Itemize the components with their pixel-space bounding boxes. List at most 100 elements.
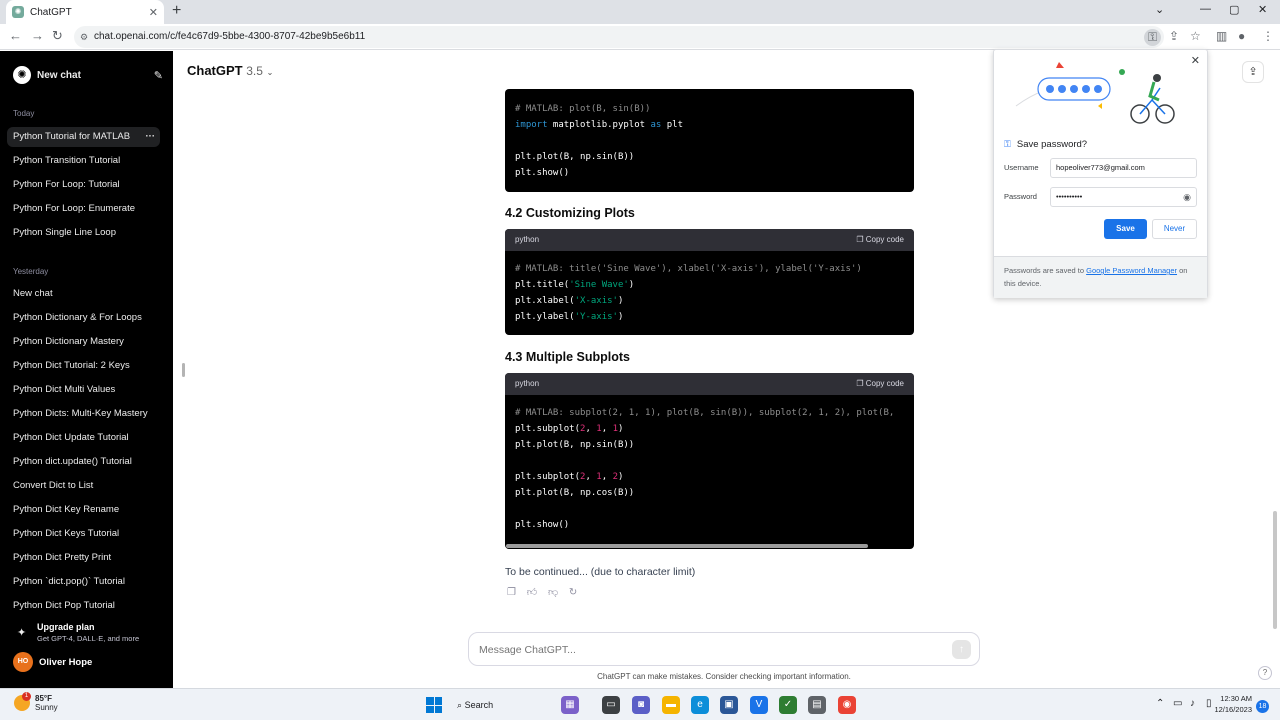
sidebar-chat-item[interactable]: Python Dict Update Tutorial [7, 428, 160, 448]
tab-close-icon[interactable]: ✕ [149, 6, 158, 19]
sidebar-chat-item[interactable]: Python Dict Pop Tutorial [7, 596, 160, 616]
compose-icon[interactable]: ✎ [154, 69, 163, 82]
window-close-icon[interactable]: ✕ [1258, 3, 1267, 16]
new-chat-label: New chat [37, 69, 81, 81]
sidebar-chat-item[interactable]: Python Dict Key Rename [7, 500, 160, 520]
browser-tab[interactable]: ✺ ChatGPT ✕ [6, 0, 164, 24]
response-text: To be continued... (due to character lim… [505, 566, 696, 578]
reload-icon[interactable]: ↻ [52, 28, 63, 44]
send-button[interactable]: ↑ [952, 640, 971, 659]
copy-code-button[interactable]: ❐ Copy code [856, 229, 904, 251]
spreadsheet-app-icon[interactable]: ✓ [779, 696, 797, 714]
store-app-icon[interactable]: ▣ [720, 696, 738, 714]
thumbs-up-icon[interactable]: 👍︎ [527, 587, 537, 598]
minimize-icon[interactable]: — [1200, 3, 1211, 15]
vpn-app-icon[interactable]: V [750, 696, 768, 714]
upgrade-plan-button[interactable]: ✦ Upgrade plan Get GPT-4, DALL·E, and mo… [13, 622, 163, 646]
section-label-today: Today [13, 109, 35, 118]
photos-app-icon[interactable]: ▤ [808, 696, 826, 714]
volume-icon[interactable]: ♪ [1190, 698, 1195, 709]
file-explorer-icon[interactable]: ▬ [662, 696, 680, 714]
password-key-icon[interactable]: ⚿ [1144, 29, 1162, 46]
new-chat-button[interactable]: ✺ New chat ✎ [13, 65, 163, 85]
sidebar-chat-item[interactable]: Python Dict Pretty Print [7, 548, 160, 568]
save-password-button[interactable]: Save [1104, 219, 1147, 239]
widgets-app-icon[interactable]: ▦ [561, 696, 579, 714]
task-view-icon[interactable]: ▭ [602, 696, 620, 714]
tray-chevron-icon[interactable]: ⌃ [1156, 698, 1164, 709]
regenerate-icon[interactable]: ↻ [569, 587, 577, 598]
code-block: python ❐ Copy code # MATLAB: subplot(2, … [505, 373, 914, 549]
side-panel-icon[interactable]: ▥ [1216, 29, 1227, 43]
section-heading: 4.2 Customizing Plots [505, 206, 635, 220]
search-icon: ⌕ [457, 700, 463, 710]
code-block: # MATLAB: plot(B, sin(B)) import matplot… [505, 89, 914, 192]
sidebar-chat-item[interactable]: Python For Loop: Enumerate [7, 199, 160, 219]
copy-icon[interactable]: ❐ [507, 587, 516, 598]
windows-start-icon[interactable] [426, 697, 442, 713]
code-content[interactable]: # MATLAB: subplot(2, 1, 1), plot(B, sin(… [505, 395, 914, 533]
thumbs-down-icon[interactable]: 👎︎ [548, 587, 558, 598]
model-selector[interactable]: ChatGPT 3.5 ⌄ [187, 63, 273, 78]
chrome-browser-icon[interactable]: ◉ [838, 696, 856, 714]
never-save-button[interactable]: Never [1152, 219, 1197, 239]
sidebar-chat-item[interactable]: Python Dictionary & For Loops [7, 308, 160, 328]
sidebar-chat-item[interactable]: Python Dict Multi Values [7, 380, 160, 400]
forward-arrow-icon[interactable]: → [31, 28, 44, 43]
password-manager-link[interactable]: Google Password Manager [1086, 266, 1177, 275]
browser-menu-icon[interactable]: ⋮ [1262, 29, 1274, 43]
taskbar-search[interactable]: ⌕ Search [451, 695, 553, 715]
site-info-icon[interactable]: ⚙ [80, 26, 88, 48]
dialog-title: ⚿ Save password? [1004, 139, 1088, 150]
code-content[interactable]: # MATLAB: title('Sine Wave'), xlabel('X-… [505, 251, 914, 325]
share-chat-button[interactable]: ⇪ [1242, 61, 1264, 83]
user-menu[interactable]: HO Oliver Hope [13, 652, 163, 672]
weather-condition: Sunny [35, 703, 58, 712]
sidebar-resize-handle[interactable] [182, 363, 185, 377]
copy-code-button[interactable]: ❐ Copy code [856, 373, 904, 395]
back-arrow-icon[interactable]: ← [9, 28, 22, 43]
vertical-scrollbar[interactable] [1273, 511, 1277, 629]
tab-search-chevron-icon[interactable]: ⌄ [1155, 3, 1164, 16]
close-icon[interactable]: ✕ [1191, 54, 1200, 67]
sidebar-chat-item[interactable]: Python Dicts: Multi-Key Mastery [7, 404, 160, 424]
url-text: chat.openai.com/c/fe4c67d9-5bbe-4300-870… [94, 31, 366, 42]
horizontal-scrollbar[interactable] [506, 544, 868, 548]
code-header: python ❐ Copy code [505, 229, 914, 251]
sidebar-chat-item[interactable]: Python Dict Tutorial: 2 Keys [7, 356, 160, 376]
sidebar-chat-item[interactable]: Python `dict.pop()` Tutorial [7, 572, 160, 592]
sidebar-chat-item[interactable]: Python dict.update() Tutorial [7, 452, 160, 472]
sidebar-chat-item[interactable]: New chat [7, 284, 160, 304]
sidebar-chat-item[interactable]: Python Dict Keys Tutorial [7, 524, 160, 544]
code-language: python [515, 235, 540, 244]
message-input[interactable] [479, 641, 919, 659]
maximize-icon[interactable]: ▢ [1229, 3, 1239, 16]
new-tab-button[interactable]: + [172, 2, 181, 20]
show-password-icon[interactable]: ◉ [1183, 188, 1191, 206]
username-field[interactable]: hopeoliver773@gmail.com [1050, 158, 1197, 178]
help-button[interactable]: ? [1258, 666, 1272, 680]
sidebar-chat-item[interactable]: Python For Loop: Tutorial [7, 175, 160, 195]
cyclist-illustration [1015, 62, 1175, 124]
sidebar-chat-item[interactable]: Python Dictionary Mastery [7, 332, 160, 352]
save-password-dialog: ✕ ⚿ Save password? Username hopeoliver77… [993, 49, 1208, 298]
system-clock[interactable]: 12:30 AM 12/16/2023 [1206, 693, 1252, 715]
sidebar-chat-item[interactable]: Python Transition Tutorial [7, 151, 160, 171]
code-language: python [515, 379, 540, 388]
profile-icon[interactable]: ● [1238, 29, 1245, 43]
code-content[interactable]: # MATLAB: plot(B, sin(B)) import matplot… [505, 89, 914, 181]
teams-chat-icon[interactable]: ◙ [632, 696, 650, 714]
more-options-icon[interactable]: ··· [146, 127, 156, 147]
sidebar-chat-item[interactable]: Python Tutorial for MATLAB ··· [7, 127, 160, 147]
weather-widget[interactable]: 1 85°F Sunny [14, 692, 58, 712]
share-page-icon[interactable]: ⇪ [1169, 29, 1179, 43]
notification-badge[interactable]: 18 [1256, 700, 1269, 713]
network-icon[interactable]: ▭ [1173, 698, 1182, 709]
address-bar[interactable]: ⚙ chat.openai.com/c/fe4c67d9-5bbe-4300-8… [74, 26, 1164, 48]
bookmark-star-icon[interactable]: ☆ [1190, 29, 1201, 43]
password-field[interactable]: •••••••••• ◉ [1050, 187, 1197, 207]
sidebar-chat-item[interactable]: Convert Dict to List [7, 476, 160, 496]
code-header: python ❐ Copy code [505, 373, 914, 395]
edge-browser-icon[interactable]: e [691, 696, 709, 714]
sidebar-chat-item[interactable]: Python Single Line Loop [7, 223, 160, 243]
